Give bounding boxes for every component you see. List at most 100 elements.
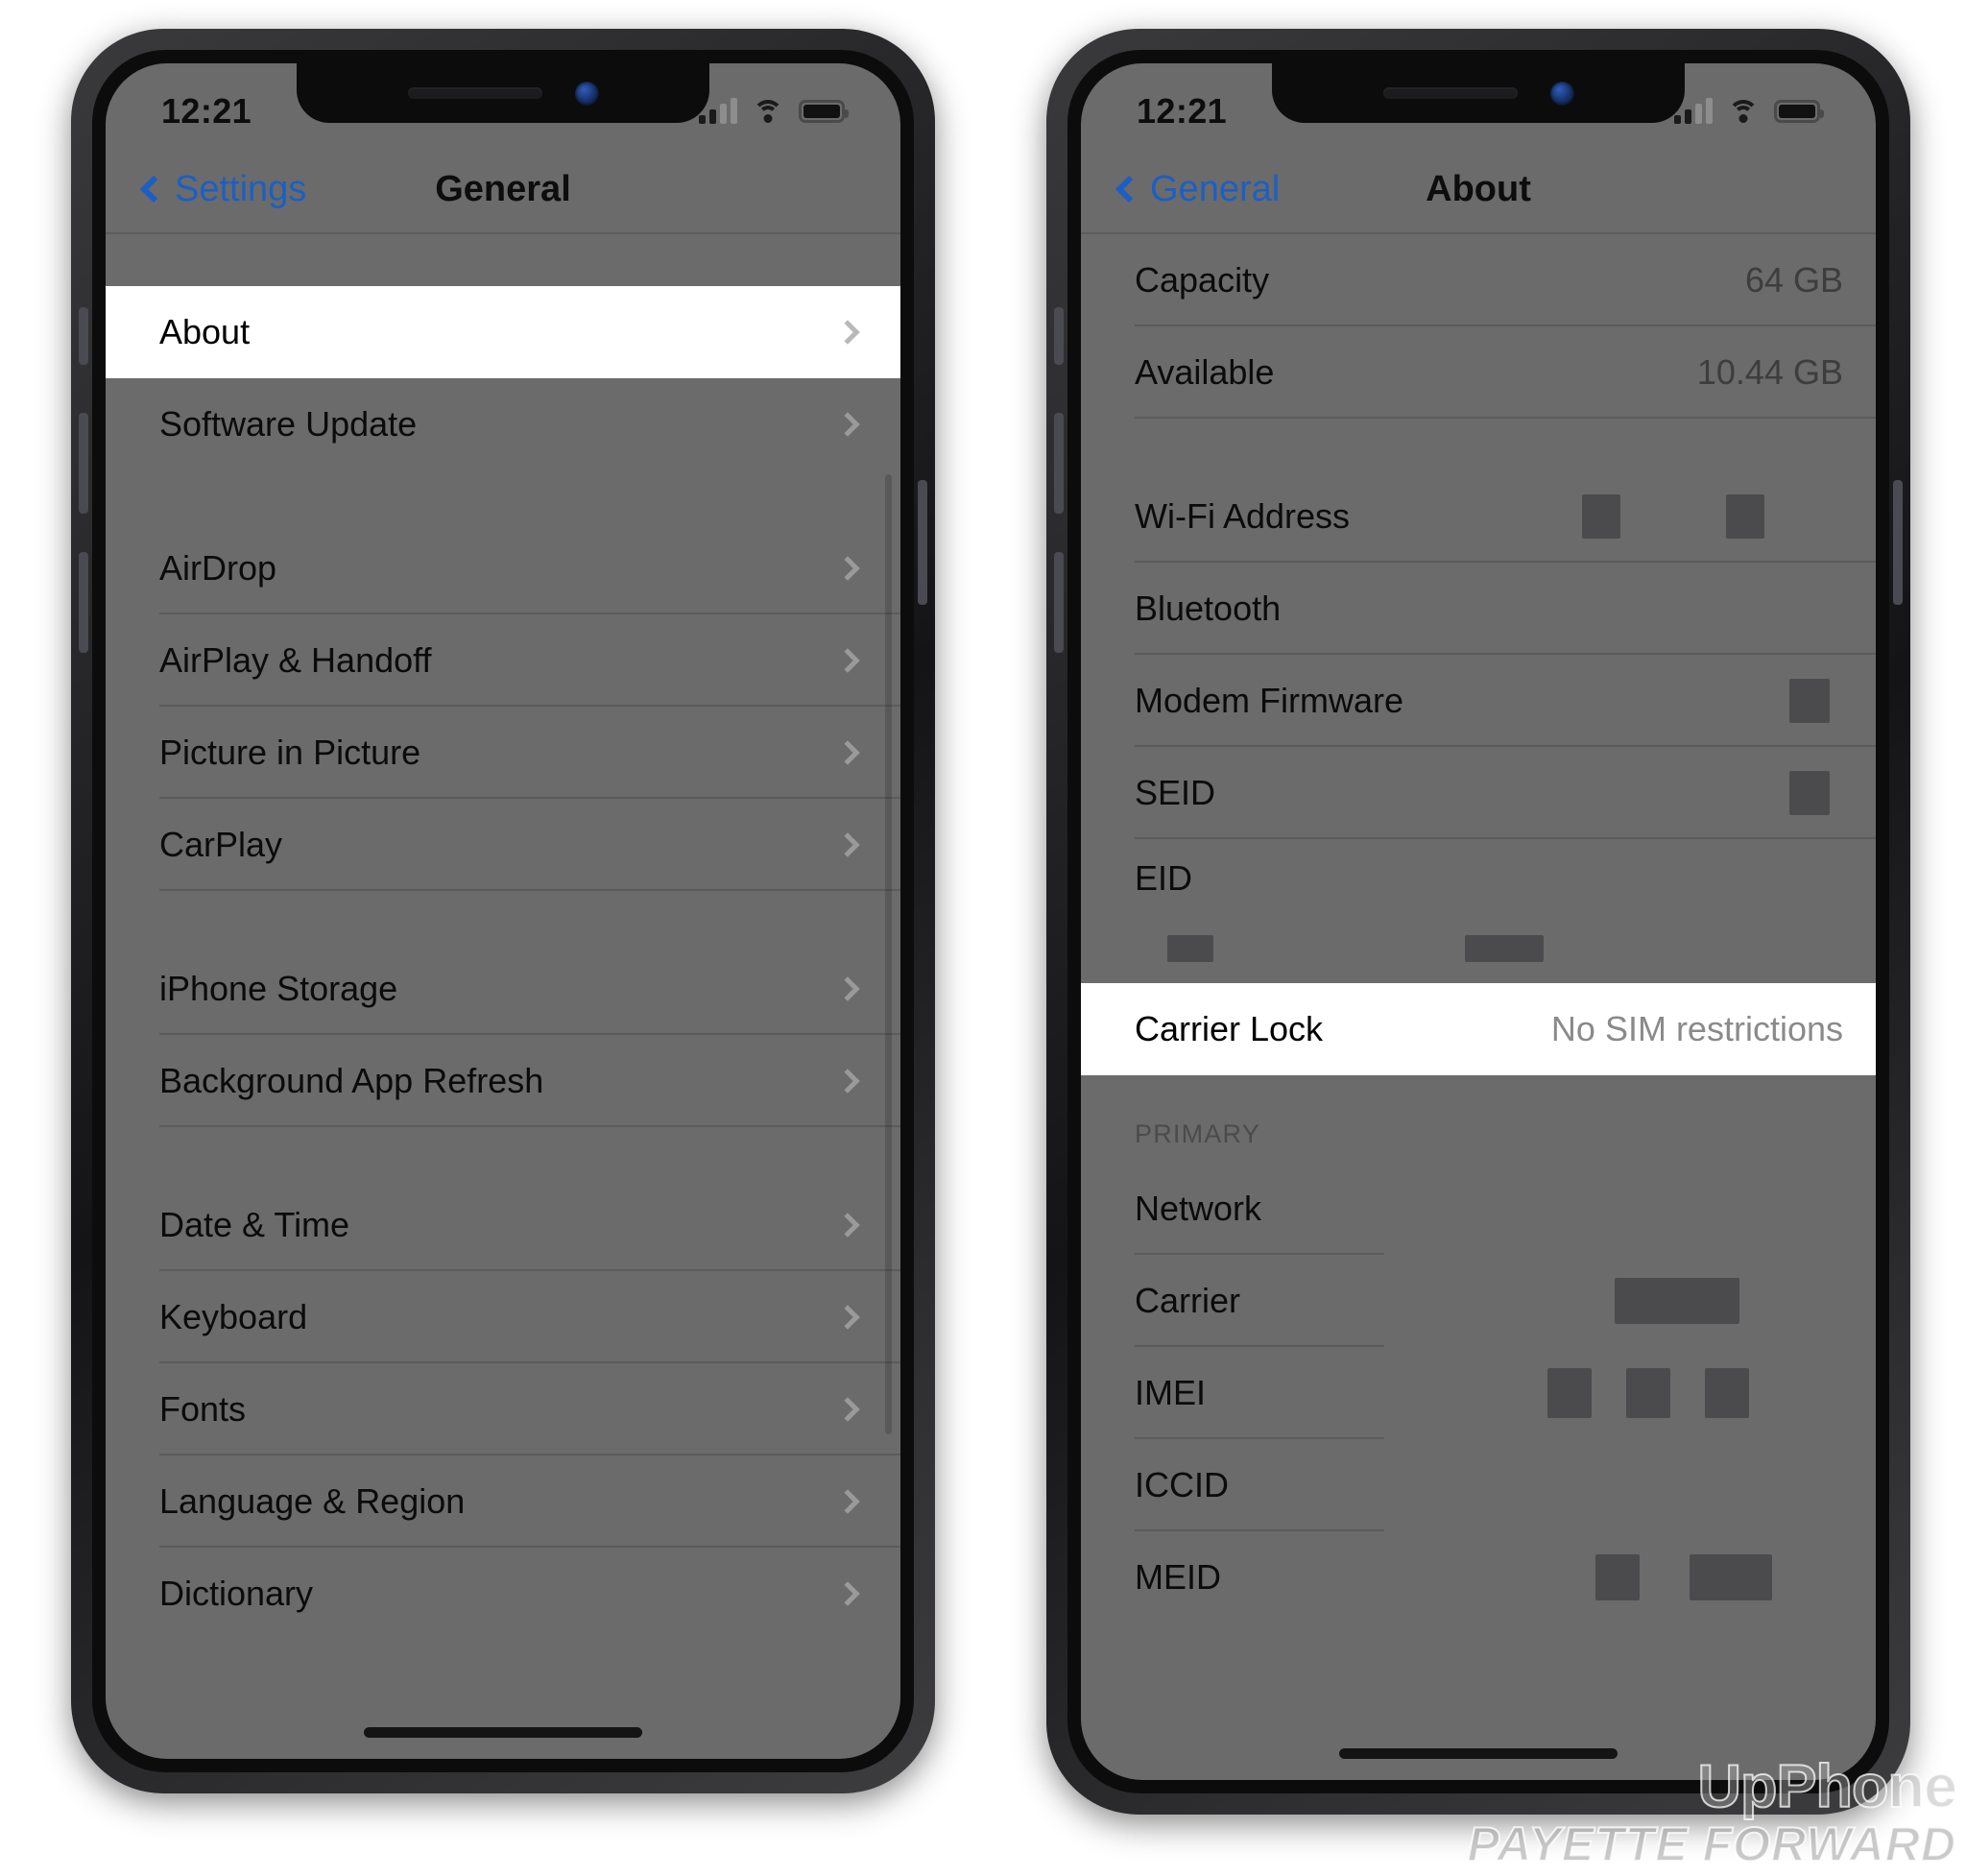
- list-gap: [106, 1127, 900, 1179]
- redacted-value: [1789, 679, 1843, 723]
- chevron-left-icon: [1115, 175, 1143, 204]
- right-phone-frame: 12:21 General About Capacity 64 GB Avail…: [1046, 29, 1910, 1815]
- watermark-tagline: PAYETTE FORWARD: [1467, 1816, 1956, 1872]
- list-item-carrier[interactable]: Carrier: [1081, 1255, 1876, 1347]
- chevron-right-icon: [835, 412, 860, 437]
- row-label: ICCID: [1135, 1465, 1229, 1504]
- row-divider: [159, 1125, 900, 1127]
- chevron-right-icon: [835, 740, 860, 765]
- left-nav-bar: Settings General: [106, 146, 900, 234]
- chevron-left-icon: [139, 175, 168, 204]
- status-indicators: [699, 98, 849, 124]
- back-button-label: General: [1150, 168, 1281, 209]
- left-phone-volume-down-button[interactable]: [79, 552, 88, 653]
- home-indicator[interactable]: [1339, 1748, 1618, 1759]
- right-phone-bezel: 12:21 General About Capacity 64 GB Avail…: [1067, 50, 1889, 1793]
- row-label: AirPlay & Handoff: [159, 640, 432, 680]
- right-phone-volume-up-button[interactable]: [1054, 413, 1064, 514]
- row-label: Bluetooth: [1135, 589, 1282, 628]
- redacted-value: [1547, 1368, 1843, 1418]
- list-item-available[interactable]: Available 10.44 GB: [1081, 326, 1876, 419]
- list-item-wifi-address[interactable]: Wi-Fi Address: [1081, 470, 1876, 563]
- row-label: SEID: [1135, 773, 1216, 812]
- general-settings-list[interactable]: About Software Update AirDrop AirPlay & …: [106, 234, 900, 1759]
- sidebar-item-picture-in-picture[interactable]: Picture in Picture: [106, 707, 900, 799]
- section-header-primary: PRIMARY: [1135, 1119, 1260, 1148]
- row-label: Network: [1135, 1189, 1262, 1228]
- screenshot-stage: 12:21 Settings General About Software Up…: [0, 0, 1966, 1876]
- left-phone-volume-up-button[interactable]: [79, 413, 88, 514]
- sidebar-item-iphone-storage[interactable]: iPhone Storage: [106, 943, 900, 1035]
- list-item-network[interactable]: Network: [1081, 1163, 1876, 1255]
- left-phone-side-button[interactable]: [918, 480, 927, 605]
- sidebar-item-airdrop[interactable]: AirDrop: [106, 522, 900, 614]
- left-phone-notch: [297, 63, 709, 123]
- front-camera-icon: [1549, 81, 1574, 106]
- row-label: AirDrop: [159, 548, 277, 588]
- right-phone-screen: 12:21 General About Capacity 64 GB Avail…: [1081, 63, 1876, 1780]
- row-divider: [159, 889, 900, 891]
- row-value: 64 GB: [1744, 260, 1843, 300]
- sidebar-item-fonts[interactable]: Fonts: [106, 1363, 900, 1455]
- right-phone-side-button[interactable]: [1893, 480, 1903, 605]
- redacted-value: [1582, 494, 1843, 539]
- chevron-right-icon: [835, 1489, 860, 1514]
- sidebar-item-date-time[interactable]: Date & Time: [106, 1179, 900, 1271]
- sidebar-item-keyboard[interactable]: Keyboard: [106, 1271, 900, 1363]
- row-label: Software Update: [159, 404, 418, 444]
- list-item-iccid[interactable]: ICCID: [1081, 1439, 1876, 1531]
- list-gap: [106, 234, 900, 286]
- home-indicator[interactable]: [364, 1727, 642, 1738]
- list-gap: [1081, 419, 1876, 470]
- list-item-seid[interactable]: SEID: [1081, 747, 1876, 839]
- sidebar-item-software-update[interactable]: Software Update: [106, 378, 900, 470]
- row-label: Dictionary: [159, 1574, 314, 1613]
- left-phone-mute-switch[interactable]: [79, 307, 88, 365]
- sidebar-item-language-region[interactable]: Language & Region: [106, 1455, 900, 1548]
- row-label: Capacity: [1135, 260, 1270, 300]
- row-label: Keyboard: [159, 1297, 308, 1336]
- right-phone-volume-down-button[interactable]: [1054, 552, 1064, 653]
- chevron-right-icon: [835, 1213, 860, 1238]
- front-camera-icon: [574, 81, 599, 106]
- row-label: About: [159, 312, 251, 351]
- back-button-label: Settings: [175, 168, 307, 209]
- row-divider: [1135, 417, 1876, 419]
- chevron-right-icon: [835, 976, 860, 1001]
- row-label: Wi-Fi Address: [1135, 496, 1351, 536]
- sidebar-item-background-app-refresh[interactable]: Background App Refresh: [106, 1035, 900, 1127]
- scrollbar[interactable]: [885, 474, 892, 1434]
- chevron-right-icon: [835, 320, 860, 345]
- about-settings-list[interactable]: Capacity 64 GB Available 10.44 GB Wi-Fi …: [1081, 234, 1876, 1780]
- row-value: 10.44 GB: [1696, 352, 1843, 392]
- row-label: Carrier: [1135, 1281, 1241, 1320]
- list-gap: [106, 470, 900, 522]
- list-item-meid[interactable]: MEID: [1081, 1531, 1876, 1623]
- sidebar-item-airplay-handoff[interactable]: AirPlay & Handoff: [106, 614, 900, 707]
- list-item-carrier-lock[interactable]: Carrier Lock No SIM restrictions: [1081, 983, 1876, 1075]
- list-item-capacity[interactable]: Capacity 64 GB: [1081, 234, 1876, 326]
- status-time: 12:21: [1137, 91, 1228, 131]
- left-phone-frame: 12:21 Settings General About Software Up…: [71, 29, 935, 1793]
- status-time: 12:21: [161, 91, 252, 131]
- sidebar-item-dictionary[interactable]: Dictionary: [106, 1548, 900, 1640]
- list-item-eid[interactable]: EID: [1081, 839, 1876, 983]
- sidebar-item-about[interactable]: About: [106, 286, 900, 378]
- back-button-settings[interactable]: Settings: [138, 169, 306, 210]
- chevron-right-icon: [835, 556, 860, 581]
- row-label: Fonts: [159, 1389, 247, 1429]
- right-phone-mute-switch[interactable]: [1054, 307, 1064, 365]
- row-label: Picture in Picture: [159, 733, 421, 772]
- back-button-general[interactable]: General: [1114, 169, 1280, 210]
- row-label: CarPlay: [159, 825, 283, 864]
- earpiece-speaker-icon: [407, 87, 542, 99]
- list-item-imei[interactable]: IMEI: [1081, 1347, 1876, 1439]
- list-item-modem-firmware[interactable]: Modem Firmware: [1081, 655, 1876, 747]
- list-item-bluetooth[interactable]: Bluetooth: [1081, 563, 1876, 655]
- chevron-right-icon: [835, 1581, 860, 1606]
- redacted-value: [1789, 771, 1843, 815]
- redacted-value: [1615, 1278, 1843, 1324]
- battery-icon: [799, 100, 849, 123]
- chevron-right-icon: [835, 1069, 860, 1094]
- sidebar-item-carplay[interactable]: CarPlay: [106, 799, 900, 891]
